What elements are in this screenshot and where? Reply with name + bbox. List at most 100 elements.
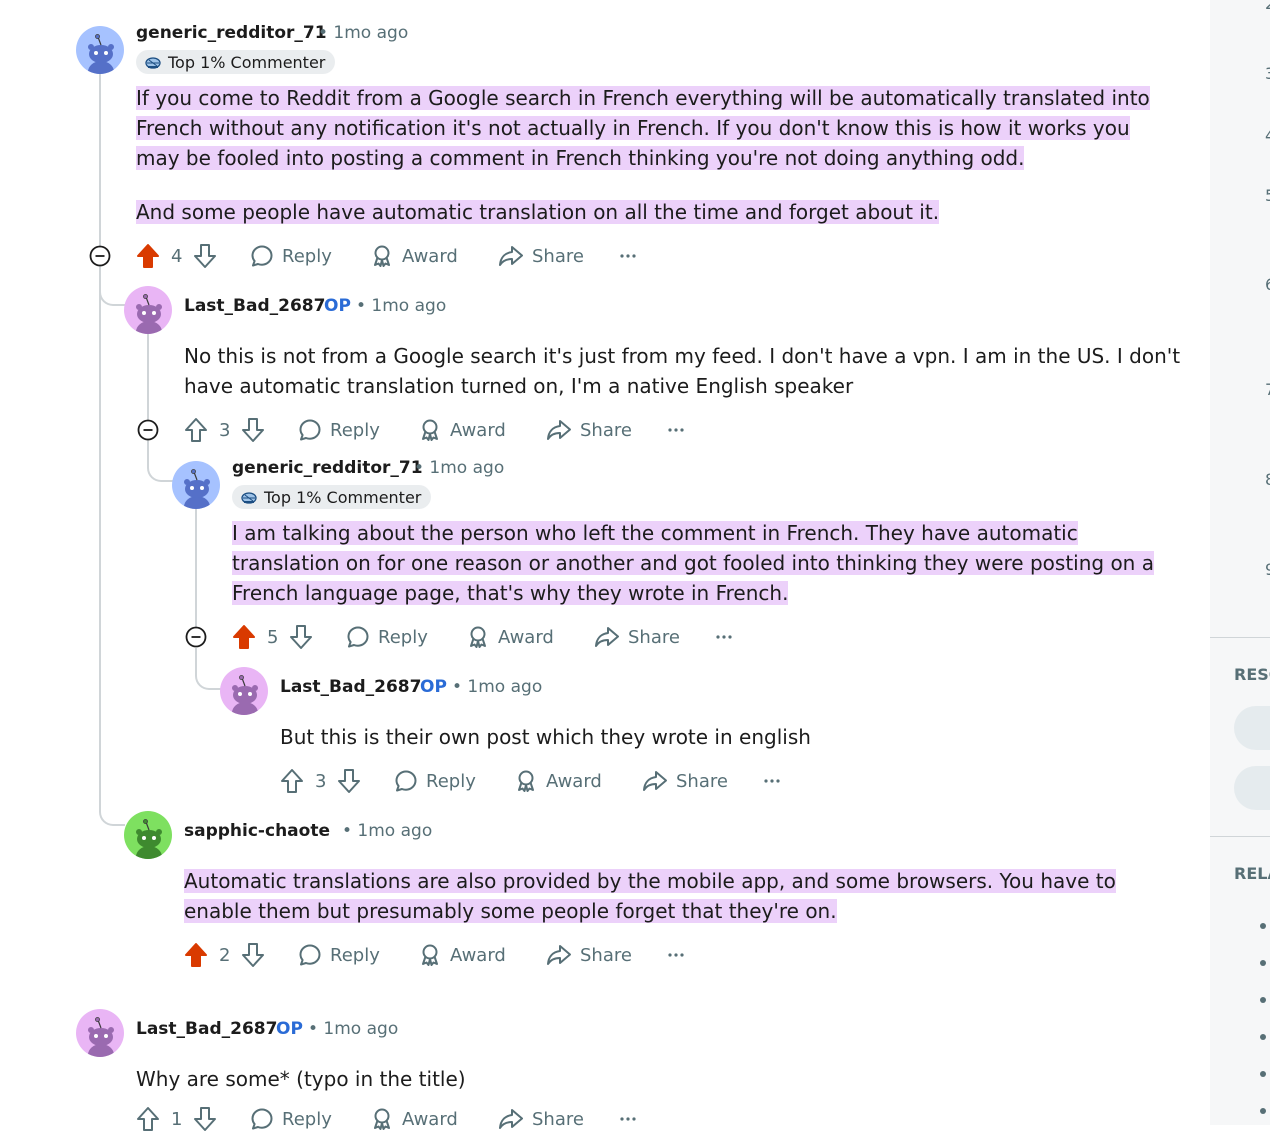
share-icon xyxy=(498,244,524,268)
more-options-button[interactable] xyxy=(715,622,733,652)
award-button[interactable]: Award xyxy=(418,940,506,970)
share-button[interactable]: Share xyxy=(642,766,728,796)
downvote-button[interactable] xyxy=(193,241,217,271)
sidebar-section-resources: RESO xyxy=(1234,665,1270,684)
collapse-button[interactable] xyxy=(89,245,111,267)
share-button[interactable]: Share xyxy=(546,940,632,970)
downvote-button[interactable] xyxy=(241,940,265,970)
avatar[interactable] xyxy=(124,286,172,334)
username-link[interactable]: Last_Bad_2687 xyxy=(184,296,325,316)
vote-count: 4 xyxy=(171,245,183,267)
award-button[interactable]: Award xyxy=(370,1104,458,1134)
award-label: Award xyxy=(450,419,506,441)
sidebar-section-related: RELA xyxy=(1234,864,1270,883)
share-icon xyxy=(642,769,668,793)
comment-body: But this is their own post which they wr… xyxy=(280,722,1140,752)
more-options-button[interactable] xyxy=(667,415,685,445)
comment-body: If you come to Reddit from a Google sear… xyxy=(136,83,1156,227)
sidebar-bullet xyxy=(1260,1108,1266,1114)
avatar[interactable] xyxy=(76,26,124,74)
more-options-button[interactable] xyxy=(763,766,781,796)
award-button[interactable]: Award xyxy=(466,622,554,652)
thread-connector xyxy=(147,440,173,482)
share-icon xyxy=(594,625,620,649)
avatar[interactable] xyxy=(220,667,268,715)
reply-button[interactable]: Reply xyxy=(394,766,476,796)
reply-label: Reply xyxy=(282,1108,332,1130)
upvote-button[interactable] xyxy=(136,241,160,271)
avatar[interactable] xyxy=(172,461,220,509)
downvote-button[interactable] xyxy=(289,622,313,652)
more-icon xyxy=(619,1116,637,1122)
award-label: Award xyxy=(402,1108,458,1130)
username-link[interactable]: sapphic-chaote xyxy=(184,821,330,841)
reply-label: Reply xyxy=(330,944,380,966)
comment-text: But this is their own post which they wr… xyxy=(280,725,811,749)
right-sidebar: RESO RELA 2 3 4 5 6 7 8 9 xyxy=(1210,0,1270,1125)
thread-line xyxy=(147,334,149,421)
username-link[interactable]: generic_redditor_71 xyxy=(232,458,423,478)
upvote-button[interactable] xyxy=(232,622,256,652)
upvote-button[interactable] xyxy=(184,415,208,445)
reply-label: Reply xyxy=(378,626,428,648)
comment-text: I am talking about the person who left t… xyxy=(232,521,1154,605)
comment-paragraph: Why are some* (typo in the title) xyxy=(136,1064,936,1094)
comment-paragraph: Automatic translations are also provided… xyxy=(184,866,1124,926)
comment-paragraph: I am talking about the person who left t… xyxy=(232,518,1162,608)
more-options-button[interactable] xyxy=(619,1104,637,1134)
award-button[interactable]: Award xyxy=(418,415,506,445)
award-icon xyxy=(466,625,490,649)
reply-icon xyxy=(250,1107,274,1131)
more-options-button[interactable] xyxy=(667,940,685,970)
award-button[interactable]: Award xyxy=(514,766,602,796)
award-label: Award xyxy=(546,770,602,792)
upvote-button[interactable] xyxy=(184,940,208,970)
downvote-button[interactable] xyxy=(241,415,265,445)
username-link[interactable]: Last_Bad_2687 xyxy=(280,677,421,697)
reply-button[interactable]: Reply xyxy=(298,415,380,445)
reply-button[interactable]: Reply xyxy=(250,241,332,271)
downvote-button[interactable] xyxy=(337,766,361,796)
avatar[interactable] xyxy=(76,1009,124,1057)
sidebar-resource-button[interactable] xyxy=(1234,766,1270,810)
downvote-button[interactable] xyxy=(193,1104,217,1134)
comment-timestamp: • 1mo ago xyxy=(318,23,409,43)
award-icon xyxy=(370,1107,394,1131)
sidebar-bullet xyxy=(1260,1071,1266,1077)
username-link[interactable]: Last_Bad_2687 xyxy=(136,1019,277,1039)
collapse-button[interactable] xyxy=(185,626,207,648)
collapse-button[interactable] xyxy=(137,419,159,441)
sidebar-bullet xyxy=(1260,923,1266,929)
reply-button[interactable]: Reply xyxy=(346,622,428,652)
comment-text: And some people have automatic translati… xyxy=(136,200,940,224)
upvote-button[interactable] xyxy=(280,766,304,796)
reply-icon xyxy=(298,943,322,967)
more-options-button[interactable] xyxy=(619,241,637,271)
comment-timestamp: • 1mo ago xyxy=(414,458,505,478)
avatar[interactable] xyxy=(124,811,172,859)
flair-icon xyxy=(240,489,258,505)
sidebar-number: 8 xyxy=(1265,470,1270,489)
award-icon xyxy=(418,943,442,967)
sidebar-bullet xyxy=(1260,997,1266,1003)
award-label: Award xyxy=(402,245,458,267)
award-icon xyxy=(418,418,442,442)
share-button[interactable]: Share xyxy=(594,622,680,652)
more-icon xyxy=(763,778,781,784)
share-button[interactable]: Share xyxy=(546,415,632,445)
share-button[interactable]: Share xyxy=(498,1104,584,1134)
sidebar-resource-button[interactable] xyxy=(1234,706,1270,750)
vote-count: 1 xyxy=(171,1108,183,1130)
username-link[interactable]: generic_redditor_71 xyxy=(136,23,327,43)
vote-count: 3 xyxy=(315,770,327,792)
upvote-button[interactable] xyxy=(136,1104,160,1134)
share-button[interactable]: Share xyxy=(498,241,584,271)
reply-button[interactable]: Reply xyxy=(298,940,380,970)
comment-timestamp: • 1mo ago xyxy=(308,1019,399,1039)
comment-body: I am talking about the person who left t… xyxy=(232,518,1162,608)
sidebar-number: 2 xyxy=(1265,0,1270,13)
comment-paragraph: And some people have automatic translati… xyxy=(136,197,1156,227)
award-button[interactable]: Award xyxy=(370,241,458,271)
reply-button[interactable]: Reply xyxy=(250,1104,332,1134)
sidebar-bullet xyxy=(1260,1034,1266,1040)
